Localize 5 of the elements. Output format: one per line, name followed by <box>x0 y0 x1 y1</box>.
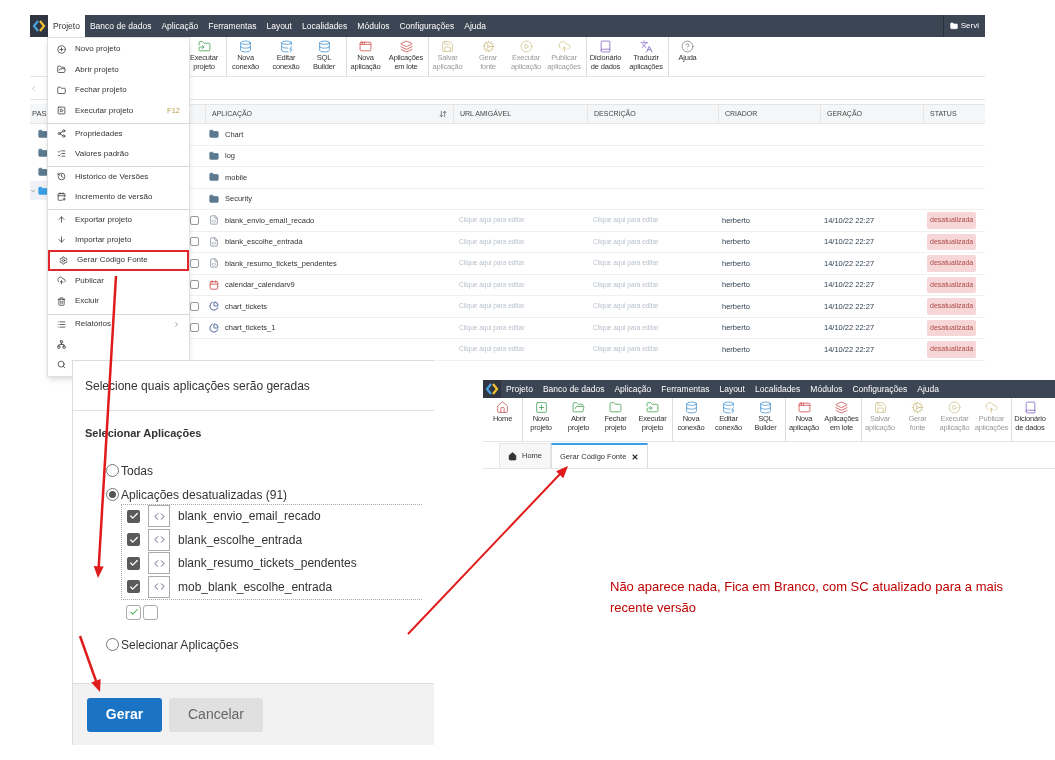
annotation-note: Não aparece nada, Fica em Branco, com SC atualizado para a mais recente versão <box>610 578 1005 617</box>
application-name: blank_envio_email_recado <box>178 508 321 526</box>
application-name: blank_resumo_tickets_pendentes <box>178 555 357 573</box>
application-name: blank_escolhe_entrada <box>178 531 303 549</box>
application-name: mob_blank_escolhe_entrada <box>178 578 333 596</box>
